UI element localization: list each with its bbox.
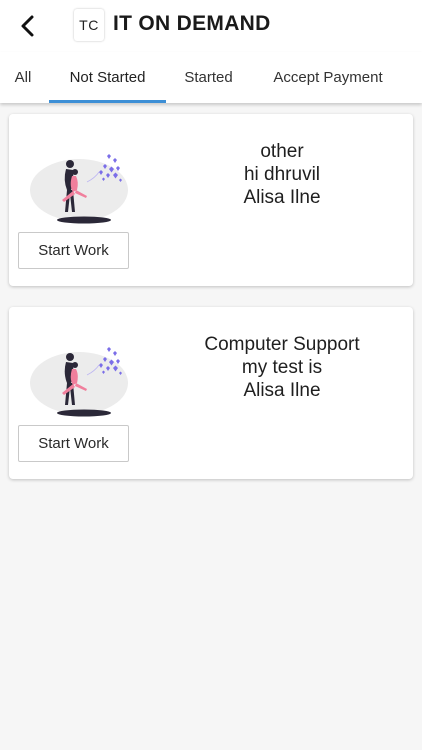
- job-details: other hi dhruvil Alisa Ilne: [159, 140, 405, 209]
- app-title: IT ON DEMAND: [113, 12, 271, 35]
- chevron-left-icon: [21, 15, 34, 37]
- job-category: Computer Support: [204, 334, 360, 355]
- tab-not-started[interactable]: Not Started: [49, 52, 166, 103]
- app-root: TC IT ON DEMAND All Not Started Started …: [0, 0, 422, 750]
- customer-name: Alisa Ilne: [243, 380, 321, 401]
- tab-accept-payment[interactable]: Accept Payment: [254, 52, 402, 103]
- tab-started[interactable]: Started: [170, 52, 247, 103]
- couple-hearts-illustration: [30, 154, 128, 224]
- start-work-button[interactable]: Start Work: [18, 232, 129, 269]
- job-description: my test is: [241, 357, 323, 378]
- app-logo: TC: [74, 9, 104, 41]
- job-card: Start Work Computer Support my test is A…: [9, 307, 413, 479]
- job-details: Computer Support my test is Alisa Ilne: [159, 333, 405, 402]
- job-description: hi dhruvil: [243, 164, 321, 185]
- active-tab-indicator: [49, 100, 166, 103]
- job-category: other: [260, 141, 304, 162]
- app-header: TC IT ON DEMAND: [0, 0, 422, 52]
- tab-all[interactable]: All: [0, 52, 46, 103]
- job-card: Start Work other hi dhruvil Alisa Ilne: [9, 114, 413, 286]
- couple-hearts-illustration: [30, 347, 128, 417]
- back-button[interactable]: [12, 10, 44, 42]
- customer-name: Alisa Ilne: [243, 187, 321, 208]
- start-work-button[interactable]: Start Work: [18, 425, 129, 462]
- status-tabs: All Not Started Started Accept Payment: [0, 52, 422, 103]
